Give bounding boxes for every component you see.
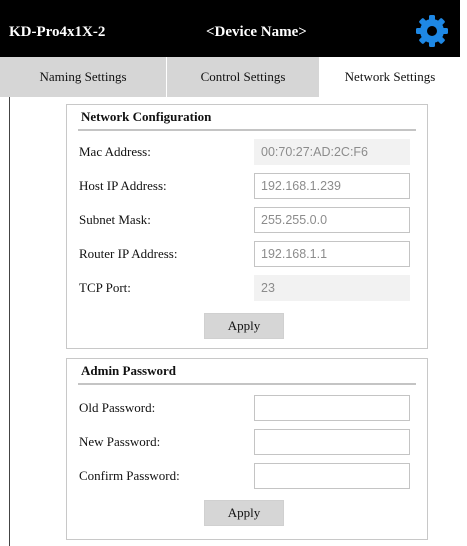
mac-address-label: Mac Address: <box>79 144 151 159</box>
host-ip-label: Host IP Address: <box>79 178 167 193</box>
app-header: KD-Pro4x1X-2 <Device Name> <box>0 0 460 57</box>
tab-control-settings[interactable]: Control Settings <box>167 57 320 97</box>
admin-apply-button[interactable]: Apply <box>204 500 284 526</box>
subnet-mask-label: Subnet Mask: <box>79 212 151 227</box>
settings-tabs: Naming Settings Control Settings Network… <box>0 57 460 97</box>
router-ip-field[interactable]: 192.168.1.1 <box>254 241 410 267</box>
tab-naming-settings[interactable]: Naming Settings <box>0 57 167 97</box>
gear-icon[interactable] <box>415 14 449 48</box>
content-border <box>9 97 10 546</box>
new-password-field[interactable] <box>254 429 410 455</box>
title-divider <box>78 129 416 131</box>
network-apply-button[interactable]: Apply <box>204 313 284 339</box>
subnet-mask-field[interactable]: 255.255.0.0 <box>254 207 410 233</box>
old-password-field[interactable] <box>254 395 410 421</box>
tab-network-settings[interactable]: Network Settings <box>320 57 460 97</box>
host-ip-field[interactable]: 192.168.1.239 <box>254 173 410 199</box>
panel-title: Network Configuration <box>81 109 212 124</box>
confirm-password-label: Confirm Password: <box>79 468 180 483</box>
device-name: <Device Name> <box>206 24 307 40</box>
title-divider <box>78 383 416 385</box>
router-ip-label: Router IP Address: <box>79 246 178 261</box>
model-name: KD-Pro4x1X-2 <box>9 24 106 40</box>
new-password-label: New Password: <box>79 434 161 449</box>
panel-title: Admin Password <box>81 363 176 378</box>
admin-password-panel: Admin Password Old Password: New Passwor… <box>66 358 428 540</box>
confirm-password-field[interactable] <box>254 463 410 489</box>
network-configuration-panel: Network Configuration Mac Address: 00:70… <box>66 104 428 349</box>
old-password-label: Old Password: <box>79 400 156 415</box>
tcp-port-field: 23 <box>254 275 410 301</box>
tcp-port-label: TCP Port: <box>79 280 131 295</box>
mac-address-field: 00:70:27:AD:2C:F6 <box>254 139 410 165</box>
